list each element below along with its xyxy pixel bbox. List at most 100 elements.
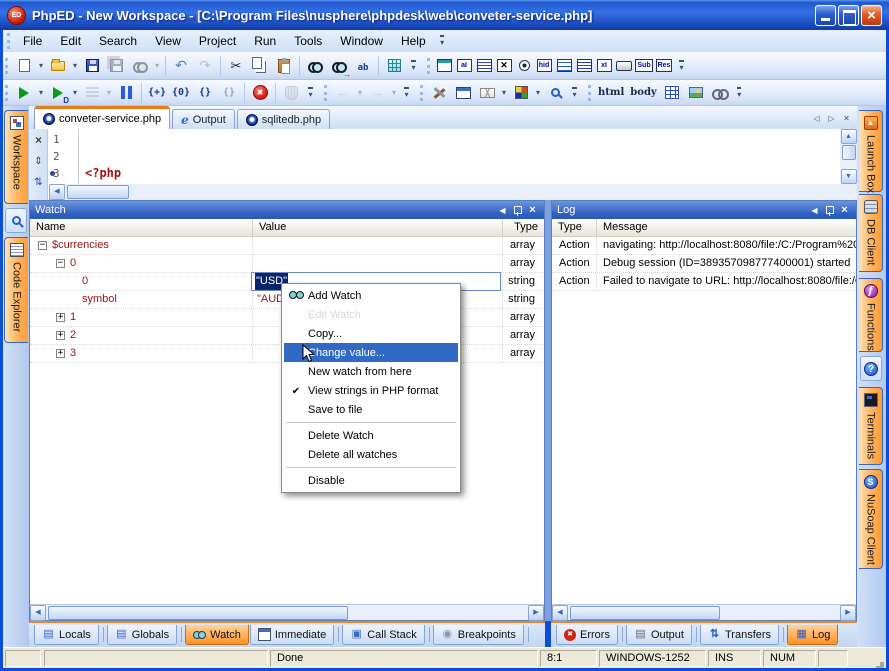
sidebar-item-workspace[interactable]: Workspace — [4, 110, 28, 204]
panel-close-icon[interactable] — [838, 204, 851, 217]
publish-dropdown[interactable] — [499, 82, 509, 104]
menu-item-copy[interactable]: Copy... — [284, 324, 458, 343]
watch-horizontal-scrollbar[interactable]: ◀ ▶ — [30, 604, 544, 620]
menu-item-save-to-file[interactable]: Save to file — [284, 400, 458, 419]
maximize-button[interactable] — [838, 5, 859, 26]
navigate-forward-button[interactable] — [366, 82, 388, 104]
expand-icon[interactable] — [56, 331, 65, 340]
menu-item-delete-all-watches[interactable]: Delete all watches — [284, 445, 458, 464]
insert-button-button[interactable] — [615, 55, 633, 77]
find-in-files-button[interactable] — [129, 55, 151, 77]
scroll-left-icon[interactable]: ◀ — [30, 605, 46, 621]
column-header-value[interactable]: Value — [253, 219, 503, 236]
menu-item-disable[interactable]: Disable — [284, 471, 458, 490]
toolbar-overflow-chevron[interactable] — [675, 55, 688, 77]
sidebar-item-terminals[interactable]: Terminals — [859, 387, 883, 465]
menu-file[interactable]: File — [14, 31, 51, 51]
sidebar-item-functions[interactable]: Functions — [859, 278, 883, 352]
menu-item-new-watch-from-here[interactable]: New watch from here — [284, 362, 458, 381]
log-row[interactable]: Action navigating: http://localhost:8080… — [552, 237, 856, 255]
tab-output[interactable]: Output — [626, 625, 692, 645]
new-file-dropdown[interactable] — [36, 55, 46, 77]
save-button[interactable] — [81, 55, 103, 77]
panel-close-icon[interactable] — [526, 204, 539, 217]
insert-image-button[interactable] — [685, 82, 707, 104]
scrollbar-thumb[interactable] — [570, 606, 720, 620]
watch-row-0[interactable]: 0 array — [30, 255, 544, 273]
tab-transfers[interactable]: Transfers — [700, 625, 779, 645]
tab-log[interactable]: Log — [787, 625, 838, 645]
resize-grip[interactable] — [880, 662, 884, 666]
special-chars-button[interactable] — [383, 55, 405, 77]
tab-conveter-service[interactable]: conveter-service.php — [34, 106, 170, 129]
zoom-button[interactable] — [544, 82, 566, 104]
log-row[interactable]: Action Failed to navigate to URL: http:/… — [552, 273, 856, 291]
copy-button[interactable] — [249, 55, 271, 77]
panel-collapse-icon[interactable] — [808, 204, 821, 217]
navigate-back-button[interactable] — [332, 82, 354, 104]
code-editor[interactable]: 1 2 3 <?php // Include Nusoap.php file r… — [29, 129, 857, 200]
scrollbar-thumb[interactable] — [67, 185, 129, 199]
menu-item-view-strings-php-format[interactable]: View strings in PHP format — [284, 381, 458, 400]
sidebar-item-code-explorer[interactable]: Code Explorer — [4, 237, 28, 343]
redo-button[interactable] — [194, 55, 216, 77]
editor-vertical-scrollbar[interactable]: ▲ ▼ — [840, 129, 857, 184]
profile-dropdown[interactable] — [104, 82, 114, 104]
pause-button[interactable] — [115, 82, 137, 104]
run-button[interactable] — [13, 82, 35, 104]
open-file-dropdown[interactable] — [70, 55, 80, 77]
menu-edit[interactable]: Edit — [51, 31, 90, 51]
scroll-right-icon[interactable]: ▶ — [840, 605, 856, 621]
close-button[interactable] — [861, 5, 882, 26]
expand-icon[interactable] — [56, 313, 65, 322]
navigate-forward-dropdown[interactable] — [389, 82, 399, 104]
insert-form-button[interactable] — [435, 55, 453, 77]
log-row[interactable]: Action Debug session (ID=389357098777400… — [552, 255, 856, 273]
minimize-button[interactable] — [815, 5, 836, 26]
tab-call-stack[interactable]: Call Stack — [342, 625, 425, 645]
breakpoint-dot[interactable] — [50, 171, 55, 176]
panel-pin-icon[interactable] — [823, 204, 836, 217]
find-in-files-dropdown[interactable] — [152, 55, 162, 77]
color-picker-button[interactable] — [510, 82, 532, 104]
paste-button[interactable] — [273, 55, 295, 77]
body-tag-button[interactable]: body — [628, 82, 658, 104]
tab-locals[interactable]: Locals — [34, 625, 99, 645]
project-properties-button[interactable] — [452, 82, 474, 104]
collapse-icon[interactable] — [38, 241, 47, 250]
find-next-button[interactable]: → — [328, 55, 350, 77]
tab-watch[interactable]: Watch — [185, 625, 249, 645]
scroll-up-icon[interactable]: ▲ — [841, 129, 857, 144]
cut-button[interactable] — [225, 55, 247, 77]
insert-radio-button[interactable] — [515, 55, 533, 77]
undo-button[interactable] — [170, 55, 192, 77]
log-horizontal-scrollbar[interactable]: ◀ ▶ — [552, 604, 856, 620]
run-dropdown[interactable] — [36, 82, 46, 104]
toolbar-overflow-chevron[interactable] — [304, 82, 317, 104]
navigate-back-dropdown[interactable] — [355, 82, 365, 104]
code-area[interactable]: <?php // Include Nusoap.php file require… — [80, 129, 839, 184]
save-all-button[interactable] — [105, 55, 127, 77]
run-to-cursor-button[interactable]: {} — [218, 82, 240, 104]
search-panel-button[interactable] — [5, 208, 27, 233]
open-file-button[interactable] — [47, 55, 69, 77]
run-in-debugger-dropdown[interactable] — [70, 82, 80, 104]
editor-horizontal-scrollbar[interactable]: ◀ — [49, 184, 840, 200]
scroll-left-icon[interactable]: ◀ — [49, 184, 65, 200]
insert-label-button[interactable]: aI — [455, 55, 473, 77]
help-panel-button[interactable] — [860, 356, 882, 381]
menu-search[interactable]: Search — [90, 31, 146, 51]
tab-breakpoints[interactable]: Breakpoints — [433, 625, 524, 645]
step-over-button[interactable]: {0} — [170, 82, 192, 104]
watch-row-currencies[interactable]: $currencies array — [30, 237, 544, 255]
scrollbar-thumb[interactable] — [842, 145, 856, 160]
insert-text-input-button[interactable]: xI — [595, 55, 613, 77]
find-button[interactable] — [304, 55, 326, 77]
column-header-message[interactable]: Message — [597, 219, 856, 236]
insert-hidden-button[interactable]: hid — [535, 55, 553, 77]
tab-errors[interactable]: Errors — [556, 625, 618, 645]
sidebar-item-db-client[interactable]: DB Client — [859, 194, 883, 272]
menu-run[interactable]: Run — [245, 31, 285, 51]
insert-table-button[interactable] — [661, 82, 683, 104]
tab-immediate[interactable]: Immediate — [250, 625, 334, 645]
